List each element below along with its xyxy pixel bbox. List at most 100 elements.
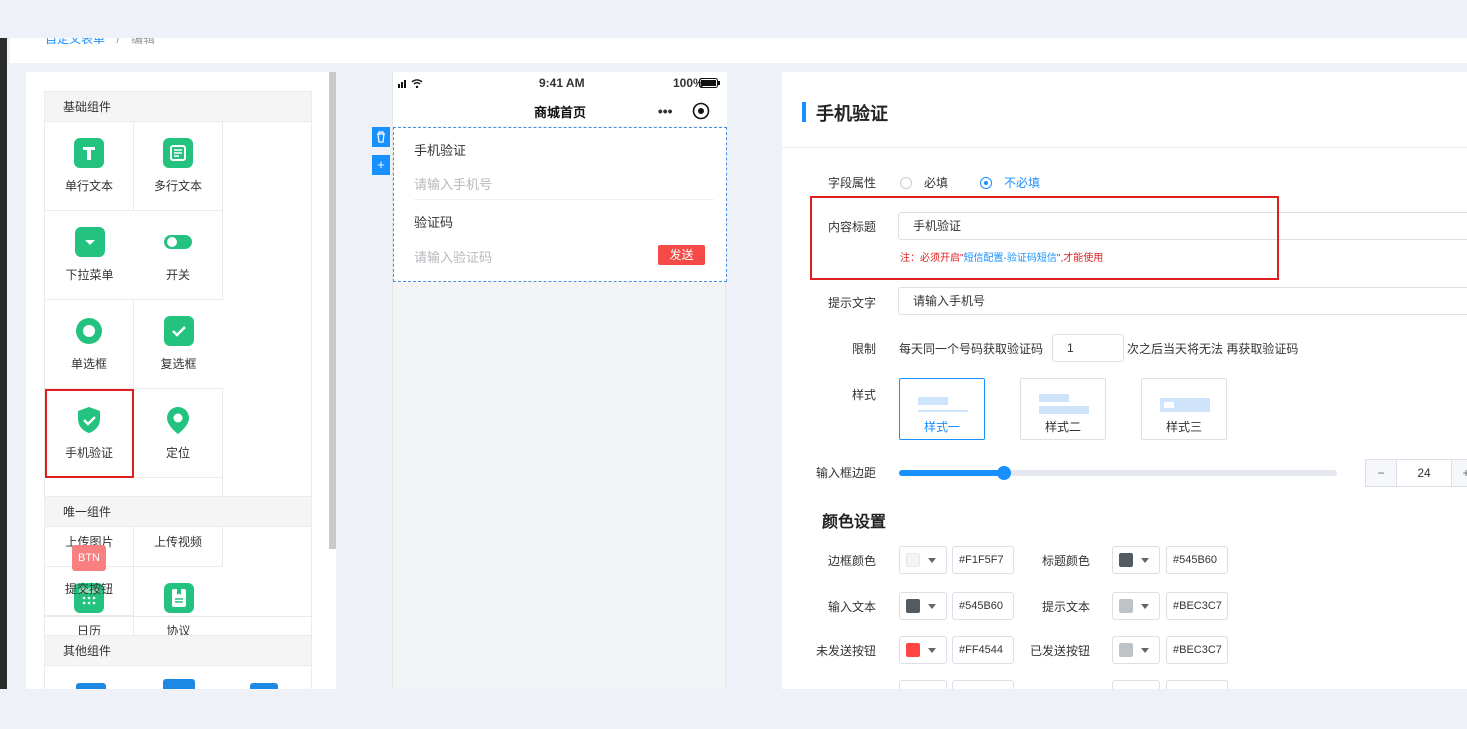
color-picker-next[interactable] [1112, 680, 1160, 689]
limit-text-before: 每天同一个号码获取验证码 [899, 342, 1044, 356]
component-label: 单行文本 [64, 179, 113, 193]
group-title: 唯一组件 [45, 497, 311, 527]
send-code-button[interactable]: 发送 [658, 245, 705, 265]
margin-number-input[interactable]: 24 [1396, 459, 1452, 487]
group-title: 其他组件 [45, 636, 311, 666]
hint-text-input[interactable]: 请输入手机号 [898, 287, 1467, 315]
component-label: 单选框 [70, 357, 107, 371]
limit-count-input[interactable]: 1 [1052, 334, 1124, 362]
caret-down-icon [928, 603, 936, 609]
phone-time: 9:41 AM [539, 76, 585, 90]
component-switch[interactable]: 开关 [134, 211, 223, 300]
color-label: 未发送按钮 [815, 644, 876, 658]
component-label: 下拉菜单 [65, 268, 114, 282]
style-caption: 样式一 [923, 420, 960, 434]
checkbox-icon [163, 316, 194, 346]
color-swatch [906, 643, 920, 657]
component-submit-button[interactable]: BTN 提交按钮 [45, 527, 134, 616]
color-picker-next[interactable] [899, 680, 947, 689]
color-hex-input[interactable]: #BEC3C7 [1166, 636, 1228, 664]
component-single-text[interactable]: 单行文本 [45, 122, 134, 211]
color-hex-input[interactable]: #FF4544 [952, 636, 1014, 664]
text-icon [74, 138, 104, 168]
color-swatch [906, 553, 920, 567]
color-picker-border[interactable] [899, 546, 947, 574]
palette-scrollbar[interactable] [329, 72, 336, 549]
color-picker-input-text[interactable] [899, 592, 947, 620]
more-icon[interactable]: ••• [658, 103, 673, 119]
margin-slider-handle[interactable] [997, 466, 1012, 480]
battery-icon [699, 78, 720, 88]
field-attr-label: 字段属性 [827, 176, 876, 190]
increment-button[interactable]: + [1451, 459, 1467, 487]
component-checkbox[interactable]: 复选框 [134, 300, 223, 389]
color-swatch [1119, 643, 1133, 657]
caret-down-icon [928, 647, 936, 653]
highlight-box [810, 196, 1279, 280]
color-hex-input[interactable]: #BEC3C7 [1166, 592, 1228, 620]
component-location[interactable]: 定位 [134, 389, 223, 478]
color-hex-input[interactable] [1166, 680, 1228, 689]
color-picker-hint-text[interactable] [1112, 592, 1160, 620]
color-hex-input[interactable]: #545B60 [1166, 546, 1228, 574]
color-hex-input[interactable] [952, 680, 1014, 689]
color-swatch [1119, 599, 1133, 613]
style-caption: 样式二 [1044, 420, 1081, 434]
add-icon[interactable]: + [372, 155, 390, 175]
style-option-1[interactable]: 样式一 [899, 378, 985, 440]
component-label: 开关 [165, 268, 190, 282]
component-dropdown[interactable]: 下拉菜单 [45, 211, 134, 300]
optional-radio[interactable]: 不必填 [980, 174, 1040, 191]
phone-verify-form-preview[interactable]: 手机验证 请输入手机号 验证码 请输入验证码 发送 [393, 127, 727, 282]
radio-label: 不必填 [1004, 176, 1041, 190]
color-label: 标题颜色 [1041, 554, 1090, 568]
component-multi-text[interactable]: 多行文本 [134, 122, 223, 211]
color-label: 输入文本 [827, 600, 876, 614]
input-margin-label: 输入框边距 [815, 466, 876, 480]
delete-icon[interactable] [372, 127, 390, 147]
style-label: 样式 [851, 388, 876, 402]
dropdown-icon [74, 227, 105, 257]
group-title: 基础组件 [45, 92, 311, 122]
color-picker-title[interactable] [1112, 546, 1160, 574]
radio-icon [74, 316, 104, 346]
style-preview [918, 397, 948, 405]
style-preview [1039, 394, 1069, 402]
color-swatch [906, 599, 920, 613]
component-label: 多行文本 [153, 179, 202, 193]
other-component-icon[interactable] [163, 679, 195, 689]
miniprogram-capsule: ••• [648, 99, 720, 123]
caret-down-icon [1141, 603, 1149, 609]
property-panel: 手机验证 字段属性 必填 不必填 内容标题 手机验证 注：必须开启"短信配置-验… [782, 72, 1467, 689]
color-label: 已发送按钮 [1029, 644, 1090, 658]
breadcrumb-parent-link[interactable]: 自定义表单 [45, 38, 105, 46]
phone-field-label: 手机验证 [414, 143, 467, 158]
color-swatch [1119, 553, 1133, 567]
component-label: 定位 [165, 446, 190, 460]
phone-nav-bar: 商城首页 ••• [393, 94, 727, 126]
divider [414, 199, 714, 200]
code-field-label: 验证码 [414, 215, 454, 230]
margin-slider[interactable] [899, 466, 1337, 480]
color-hex-input[interactable]: #545B60 [952, 592, 1014, 620]
phone-field-placeholder: 请输入手机号 [414, 177, 493, 192]
phone-status-bar: 9:41 AM 100% [393, 72, 727, 94]
style-option-3[interactable]: 样式三 [1141, 378, 1227, 440]
phone-preview: 9:41 AM 100% 商城首页 ••• 手机验证 请输入手机号 验证码 请输… [392, 72, 727, 689]
color-picker-sent-button[interactable] [1112, 636, 1160, 664]
component-radio[interactable]: 单选框 [45, 300, 134, 389]
style-option-2[interactable]: 样式二 [1020, 378, 1106, 440]
textarea-icon [163, 138, 193, 168]
target-icon[interactable] [692, 102, 710, 120]
decrement-button[interactable]: − [1365, 459, 1397, 487]
color-hex-input[interactable]: #F1F5F7 [952, 546, 1014, 574]
component-phone-verify[interactable]: 手机验证 [45, 389, 134, 478]
component-label: 提交按钮 [64, 582, 113, 596]
component-label: 复选框 [160, 357, 197, 371]
required-radio[interactable]: 必填 [900, 174, 948, 191]
toggle-icon [163, 227, 193, 257]
submit-button-icon: BTN [72, 545, 106, 571]
color-picker-unsent-button[interactable] [899, 636, 947, 664]
radio-dot [980, 176, 992, 189]
color-label: 边框颜色 [827, 554, 876, 568]
